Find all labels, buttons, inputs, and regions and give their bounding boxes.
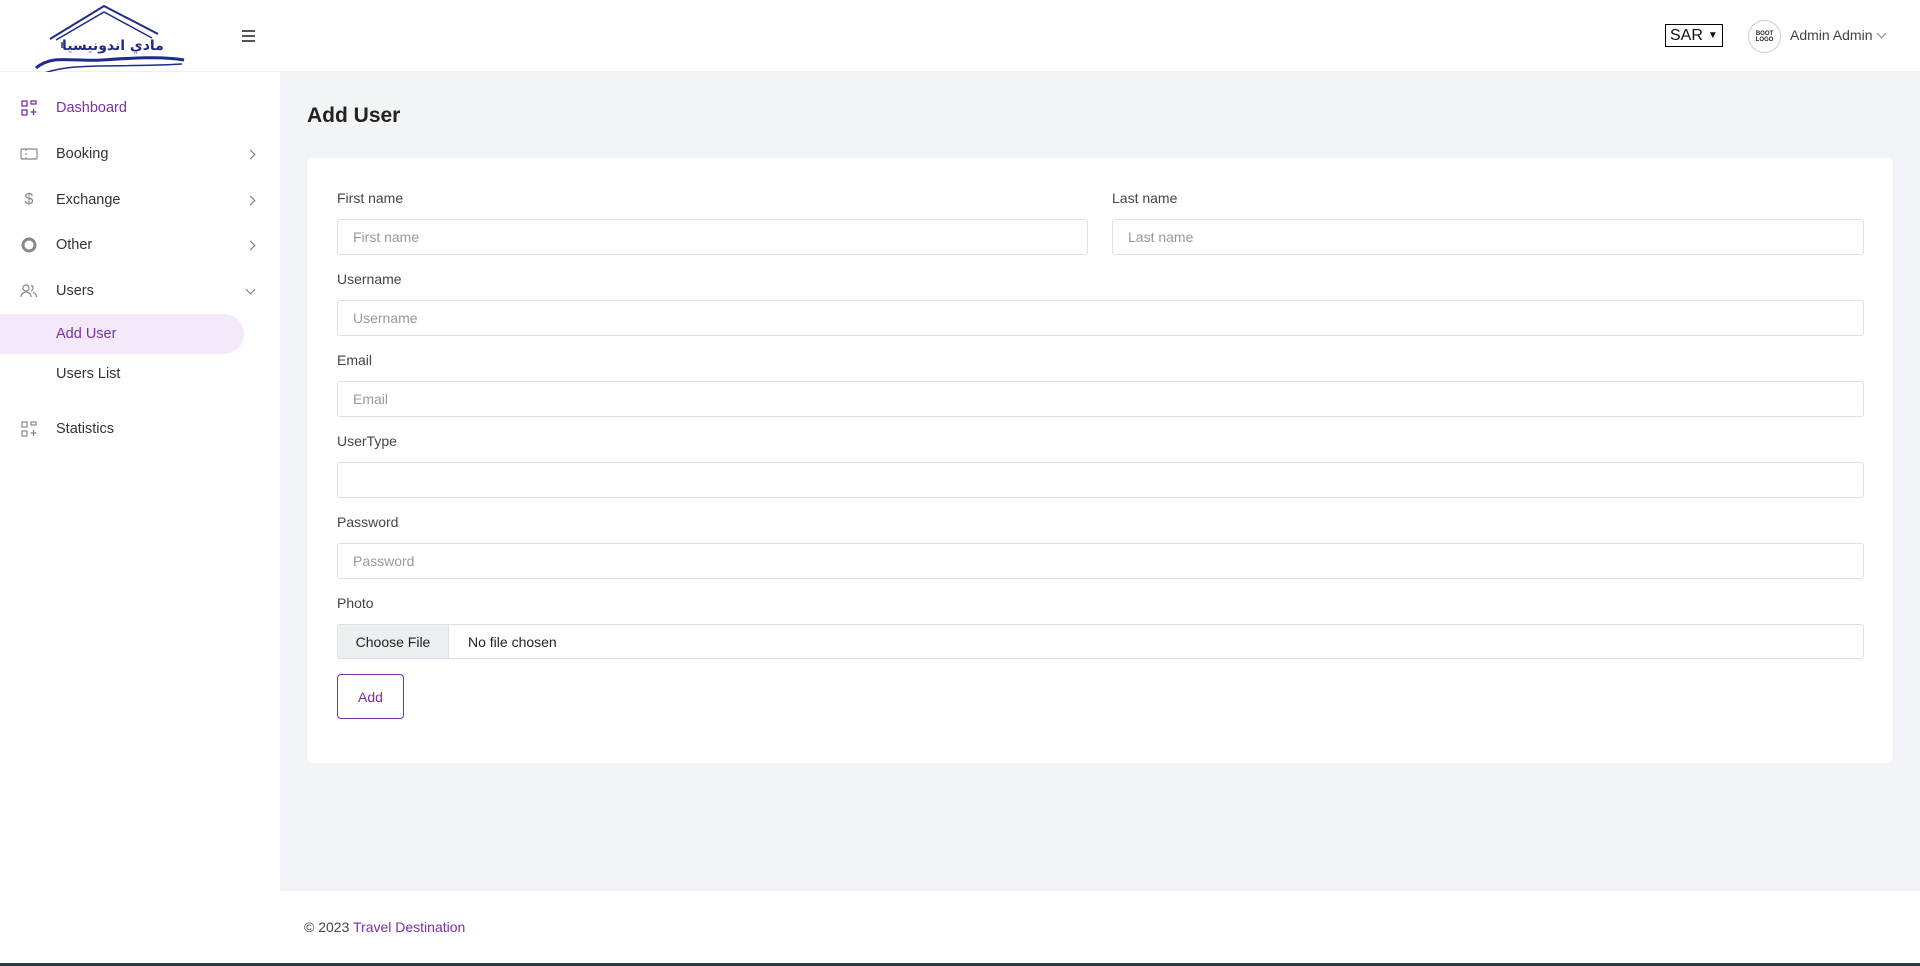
- currency-select[interactable]: SAR ▼: [1665, 24, 1723, 47]
- currency-value: SAR: [1670, 26, 1703, 44]
- first-name-label: First name: [337, 190, 404, 206]
- choose-file-button[interactable]: Choose File: [338, 625, 449, 658]
- sidebar-item-booking[interactable]: Booking: [0, 136, 280, 172]
- user-name: Admin Admin: [1790, 27, 1873, 43]
- chevron-right-icon: [245, 149, 256, 159]
- avatar-text: BOOT LOGO: [1755, 30, 1774, 43]
- sidebar-item-label: Exchange: [56, 192, 121, 208]
- chevron-down-icon: ▼: [1707, 30, 1718, 41]
- chevron-down-icon: [1877, 28, 1887, 38]
- email-input[interactable]: [337, 381, 1864, 417]
- email-label: Email: [337, 352, 373, 368]
- sidebar-item-users[interactable]: Users: [0, 273, 280, 309]
- sidebar-item-statistics[interactable]: Statistics: [0, 411, 280, 447]
- sidebar-item-exchange[interactable]: $ Exchange: [0, 182, 280, 218]
- photo-label: Photo: [337, 595, 374, 611]
- dollar-icon: $: [24, 191, 34, 208]
- sidebar-subitem-users-list[interactable]: Users List: [0, 354, 244, 394]
- dashboard-icon: [20, 99, 38, 117]
- sidebar-item-label: Booking: [56, 146, 109, 162]
- first-name-input[interactable]: [337, 219, 1088, 255]
- user-menu[interactable]: Admin Admin: [1790, 27, 1887, 43]
- chevron-down-icon: [245, 284, 256, 294]
- password-input[interactable]: [337, 543, 1864, 579]
- sidebar-subitem-add-user[interactable]: Add User: [0, 314, 244, 354]
- chevron-right-icon: [245, 195, 256, 205]
- top-bar: مادي اندونيسيا SAR ▼ BOOT LOGO Admin Adm…: [0, 0, 1920, 74]
- sidebar-item-label: Dashboard: [56, 100, 127, 116]
- avatar[interactable]: BOOT LOGO: [1748, 20, 1781, 53]
- page-title: Add User: [307, 104, 401, 127]
- sidebar-subitem-label: Add User: [56, 326, 117, 342]
- sidebar-item-other[interactable]: Other: [0, 227, 280, 263]
- add-button[interactable]: Add: [337, 674, 404, 719]
- sidebar-item-dashboard[interactable]: Dashboard: [0, 90, 280, 126]
- brand-logo[interactable]: مادي اندونيسيا: [32, 4, 188, 74]
- usertype-label: UserType: [337, 433, 397, 449]
- last-name-label: Last name: [1112, 190, 1178, 206]
- footer: © 2023 Travel Destination: [280, 891, 1920, 963]
- ticket-icon: [20, 145, 38, 163]
- sidebar-item-label: Statistics: [56, 421, 115, 437]
- copyright-text: © 2023: [304, 919, 350, 935]
- logo-text: مادي اندونيسيا: [62, 38, 164, 55]
- sidebar: Dashboard Booking $ Exchange Other Users: [0, 72, 280, 966]
- username-input[interactable]: [337, 300, 1864, 336]
- usertype-input[interactable]: [337, 462, 1864, 498]
- username-label: Username: [337, 271, 402, 287]
- circle-icon: [20, 236, 38, 254]
- users-icon: [20, 282, 38, 300]
- footer-text: © 2023 Travel Destination: [304, 919, 465, 935]
- sidebar-item-label: Users: [56, 283, 94, 299]
- statistics-icon: [20, 420, 38, 438]
- file-status-text: No file chosen: [468, 633, 557, 650]
- sidebar-item-label: Other: [56, 237, 93, 253]
- footer-link[interactable]: Travel Destination: [353, 919, 465, 935]
- photo-file-input[interactable]: Choose File No file chosen: [337, 624, 1864, 659]
- menu-toggle-icon[interactable]: [242, 26, 262, 46]
- password-label: Password: [337, 514, 399, 530]
- sidebar-subitem-label: Users List: [56, 366, 121, 382]
- chevron-right-icon: [245, 240, 256, 250]
- last-name-input[interactable]: [1112, 219, 1864, 255]
